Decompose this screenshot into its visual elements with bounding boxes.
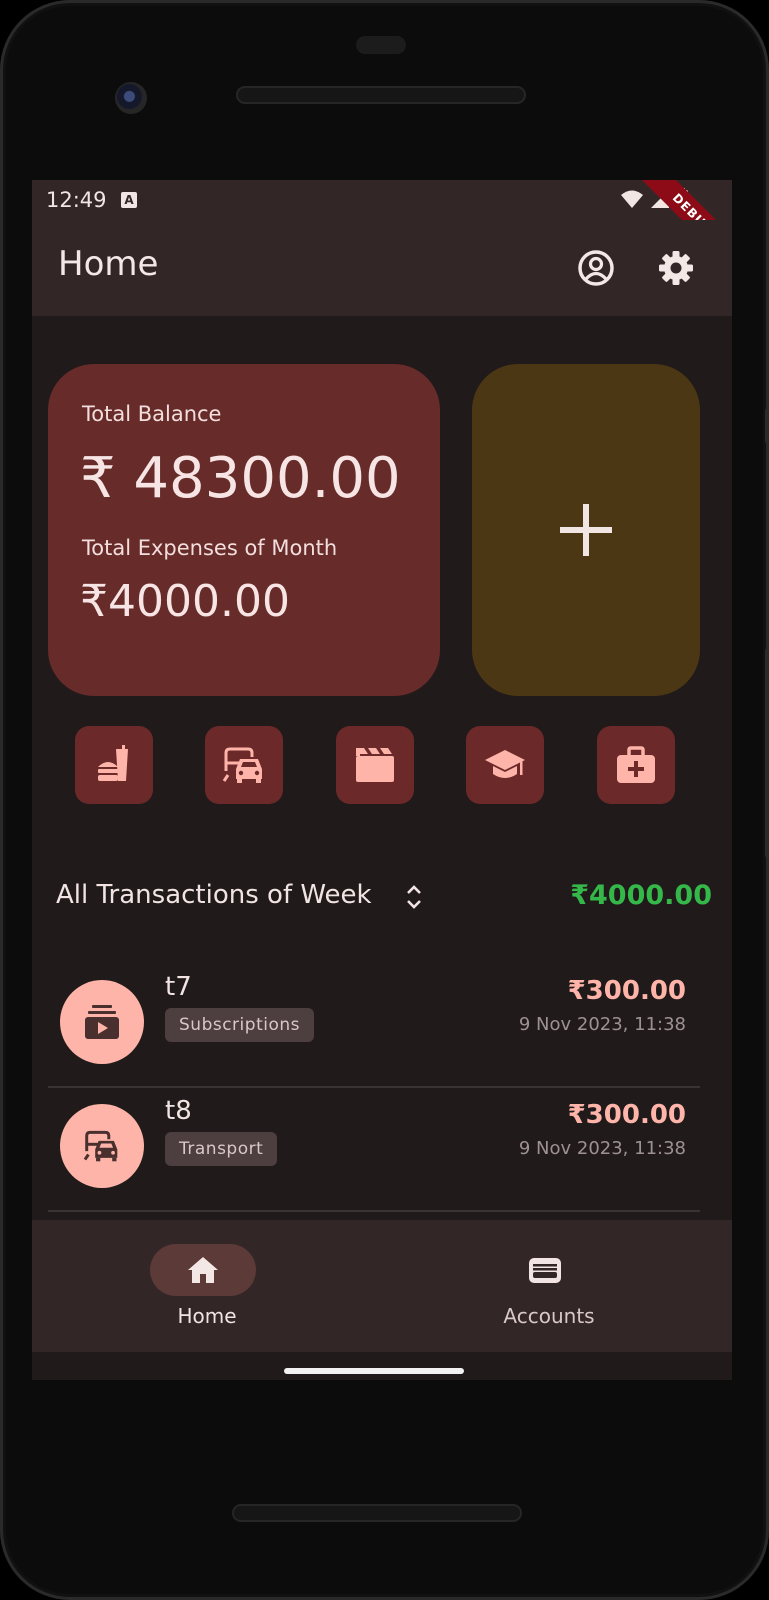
period-toggle[interactable]: [404, 882, 424, 916]
graduation-cap-icon: [485, 750, 525, 778]
balance-card[interactable]: Total Balance ₹ 48300.00 Total Expenses …: [48, 364, 440, 696]
total-balance-label: Total Balance: [82, 402, 222, 426]
status-bar: 12:49 A DEBUG: [32, 180, 732, 276]
category-entertainment-button[interactable]: [336, 726, 414, 804]
transaction-amount: ₹300.00: [567, 1100, 686, 1130]
power-button: [765, 408, 769, 444]
add-transaction-button[interactable]: [472, 364, 700, 696]
monthly-expenses-value: ₹4000.00: [80, 576, 290, 627]
transaction-name: t7: [165, 972, 192, 1002]
transaction-date: 9 Nov 2023, 11:38: [518, 1138, 686, 1159]
home-gesture-bar[interactable]: [284, 1368, 464, 1374]
plus-icon: [560, 504, 612, 556]
home-icon: [188, 1257, 218, 1283]
nav-icon-container: [492, 1244, 598, 1296]
profile-button[interactable]: [572, 244, 620, 292]
nav-active-indicator: [150, 1244, 256, 1296]
account-circle-icon: [578, 250, 614, 286]
front-camera: [115, 82, 147, 114]
category-medical-button[interactable]: [597, 726, 675, 804]
transaction-name: t8: [165, 1096, 192, 1126]
top-speaker: [236, 86, 526, 104]
category-food-button[interactable]: [75, 726, 153, 804]
gear-icon: [659, 251, 693, 285]
bottom-navigation: Home Accounts: [32, 1220, 732, 1352]
transaction-avatar: [60, 1104, 144, 1188]
app-bar: Home: [32, 220, 732, 316]
fastfood-icon: [98, 745, 128, 781]
nav-label-accounts: Accounts: [503, 1304, 595, 1328]
category-transport-button[interactable]: [205, 726, 283, 804]
medical-bag-icon: [617, 746, 655, 783]
monthly-expenses-label: Total Expenses of Month: [82, 536, 338, 560]
notification-icon: A: [121, 192, 137, 208]
transaction-item[interactable]: t8 Transport ₹300.00 9 Nov 2023, 11:38: [48, 1086, 700, 1212]
category-row: [75, 726, 675, 804]
category-tag: Subscriptions: [165, 1008, 314, 1042]
status-time: 12:49: [46, 188, 107, 212]
earpiece: [356, 36, 406, 54]
unfold-icon: [407, 885, 421, 909]
subscriptions-icon: [85, 1005, 119, 1039]
transactions-header: All Transactions of Week: [56, 880, 372, 910]
transaction-avatar: [60, 980, 144, 1064]
nav-label-home: Home: [177, 1304, 237, 1328]
bottom-speaker: [232, 1504, 522, 1522]
wallet-icon: [529, 1258, 561, 1283]
commute-icon: [83, 1130, 118, 1162]
clapperboard-icon: [356, 748, 394, 782]
wifi-icon: [621, 190, 643, 208]
volume-button: [765, 648, 769, 858]
transaction-amount: ₹300.00: [567, 976, 686, 1006]
page-title: Home: [58, 244, 159, 284]
transaction-item[interactable]: t7 Subscriptions ₹300.00 9 Nov 2023, 11:…: [48, 962, 700, 1088]
nav-item-accounts[interactable]: Accounts: [374, 1220, 724, 1352]
transaction-date: 9 Nov 2023, 11:38: [518, 1014, 686, 1035]
category-education-button[interactable]: [466, 726, 544, 804]
category-tag: Transport: [165, 1132, 278, 1166]
commute-icon: [222, 747, 262, 783]
screen: 12:49 A DEBUG Home Total Balance ₹ 48300…: [32, 180, 732, 1380]
transactions-total: ₹4000.00: [570, 880, 712, 911]
phone-frame: 12:49 A DEBUG Home Total Balance ₹ 48300…: [0, 0, 769, 1600]
total-balance-value: ₹ 48300.00: [80, 446, 401, 511]
nav-item-home[interactable]: Home: [32, 1220, 382, 1352]
settings-button[interactable]: [652, 244, 700, 292]
